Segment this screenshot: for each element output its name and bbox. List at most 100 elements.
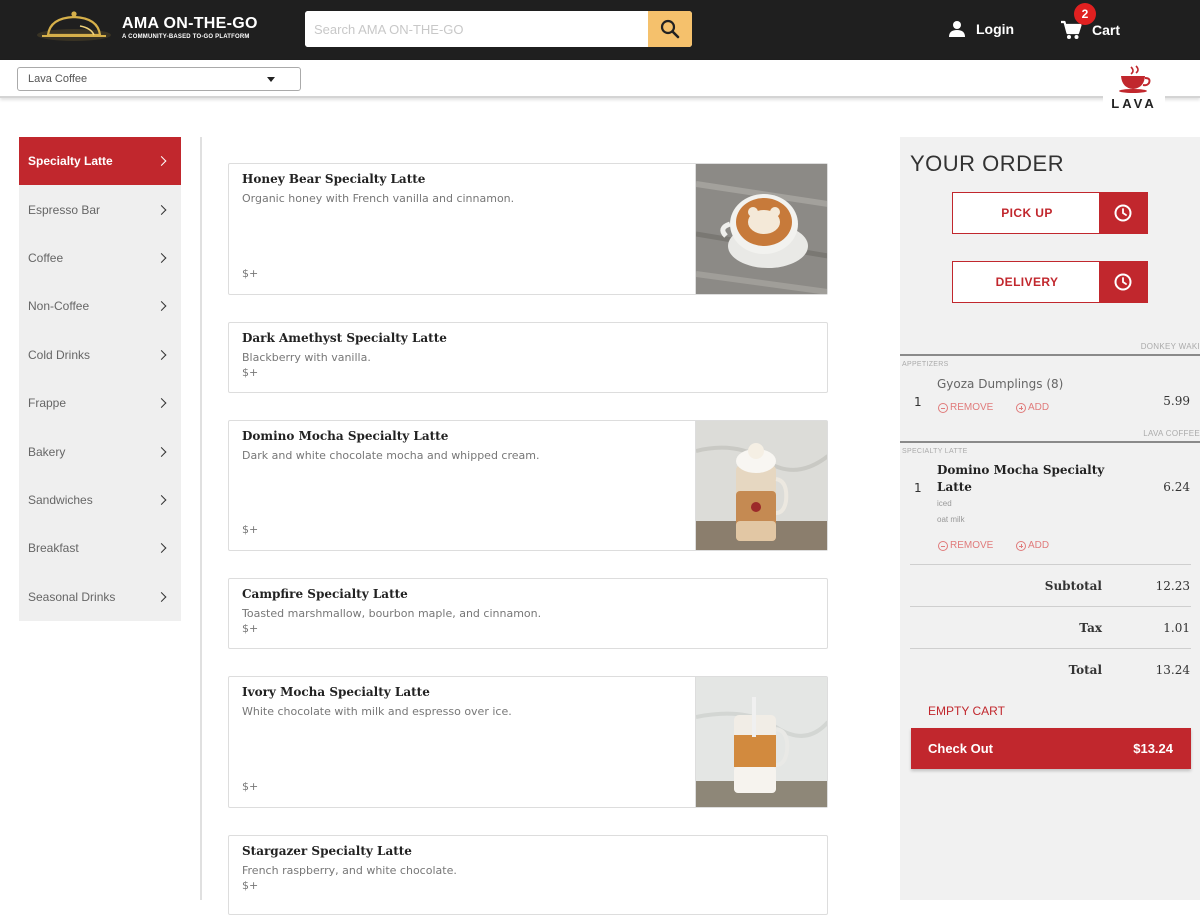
menu-item-description: Blackberry with vanilla. xyxy=(242,351,371,364)
category-label: Seasonal Drinks xyxy=(28,589,116,604)
chevron-right-icon xyxy=(156,204,167,215)
menu-item-title: Campfire Specialty Latte xyxy=(242,587,408,601)
menu-item-card[interactable]: Domino Mocha Specialty Latte Dark and wh… xyxy=(228,420,828,551)
order-title: YOUR ORDER xyxy=(910,151,1065,176)
delivery-button[interactable]: DELIVERY xyxy=(952,261,1148,303)
search-input[interactable] xyxy=(305,11,648,47)
add-item-button[interactable]: ADD xyxy=(1016,402,1049,413)
add-item-button[interactable]: ADD xyxy=(1016,540,1049,551)
add-label: ADD xyxy=(1028,540,1050,551)
brand-tagline: A COMMUNITY-BASED TO-GO PLATFORM xyxy=(122,34,250,40)
section-label: SPECIALTY LATTE xyxy=(902,448,968,455)
category-coffee[interactable]: Coffee xyxy=(19,234,181,282)
chevron-right-icon xyxy=(156,398,167,409)
menu-item-price: $+ xyxy=(242,267,259,280)
menu-item-card[interactable]: Ivory Mocha Specialty Latte White chocol… xyxy=(228,676,828,808)
menu-item-description: Toasted marshmallow, bourbon maple, and … xyxy=(242,607,542,620)
menu-item-card[interactable]: Campfire Specialty Latte Toasted marshma… xyxy=(228,578,828,649)
checkout-button[interactable]: Check Out $13.24 xyxy=(911,728,1191,769)
divider xyxy=(910,606,1191,607)
menu-item-description: Organic honey with French vanilla and ci… xyxy=(242,192,515,205)
remove-label: REMOVE xyxy=(950,540,994,551)
login-label: Login xyxy=(976,21,1015,37)
section-label: APPETIZERS xyxy=(902,361,949,368)
menu-item-price: $+ xyxy=(242,523,259,536)
category-label: Non-Coffee xyxy=(28,299,90,314)
latte-art-photo xyxy=(695,164,827,294)
category-specialty-latte[interactable]: Specialty Latte xyxy=(19,137,181,186)
empty-cart-button[interactable]: EMPTY CART xyxy=(928,704,1005,718)
cart-button[interactable]: Cart 2 xyxy=(1060,3,1121,40)
remove-label: REMOVE xyxy=(950,402,994,413)
category-bakery[interactable]: Bakery xyxy=(19,427,181,475)
order-item-price: 5.99 xyxy=(1163,394,1190,408)
category-non-coffee[interactable]: Non-Coffee xyxy=(19,282,181,330)
chevron-right-icon xyxy=(156,349,167,360)
store-bar: Lava Coffee xyxy=(0,60,1200,98)
category-label: Sandwiches xyxy=(28,492,93,507)
menu-item-price: $+ xyxy=(242,622,259,635)
category-sandwiches[interactable]: Sandwiches xyxy=(19,476,181,524)
order-panel: YOUR ORDER PICK UP DELIVERY DONKEY WAKI … xyxy=(900,137,1200,900)
category-nav: Specialty Latte Espresso Bar Coffee Non-… xyxy=(19,137,181,621)
chevron-right-icon xyxy=(156,253,167,263)
add-icon xyxy=(1016,540,1026,551)
category-breakfast[interactable]: Breakfast xyxy=(19,524,181,572)
pickup-button[interactable]: PICK UP xyxy=(952,192,1148,234)
remove-item-button[interactable]: REMOVE xyxy=(938,402,993,413)
user-icon xyxy=(949,21,965,37)
add-icon xyxy=(1016,402,1026,413)
checkout-amount: $13.24 xyxy=(1133,741,1173,756)
search-button[interactable] xyxy=(648,11,692,47)
search-bar xyxy=(305,11,692,47)
subtotal-label: Subtotal xyxy=(1044,579,1102,593)
order-item-name: Gyoza Dumplings (8) xyxy=(937,377,1064,391)
clock-icon xyxy=(1099,262,1147,302)
menu-item-card[interactable]: Dark Amethyst Specialty Latte Blackberry… xyxy=(228,322,828,393)
category-espresso-bar[interactable]: Espresso Bar xyxy=(19,185,181,233)
order-item-price: 6.24 xyxy=(1163,480,1190,494)
category-label: Cold Drinks xyxy=(28,347,91,362)
category-frappe[interactable]: Frappe xyxy=(19,379,181,427)
login-button[interactable]: Login xyxy=(948,20,1014,38)
total-label: Total xyxy=(1068,663,1102,677)
store-select[interactable]: Lava Coffee xyxy=(17,67,301,91)
menu-item-card[interactable]: Stargazer Specialty Latte French raspber… xyxy=(228,835,828,915)
category-label: Frappe xyxy=(28,396,67,411)
chevron-right-icon xyxy=(156,301,167,312)
brand[interactable]: AMA ON-THE-GO A COMMUNITY-BASED TO-GO PL… xyxy=(122,15,258,40)
search-icon xyxy=(660,19,680,39)
chevron-right-icon xyxy=(156,494,167,505)
menu-item-title: Stargazer Specialty Latte xyxy=(242,844,412,858)
cart-count-badge: 2 xyxy=(1074,3,1096,25)
divider xyxy=(900,354,1200,356)
cart-label: Cart xyxy=(1092,22,1121,38)
remove-icon xyxy=(938,540,948,551)
remove-item-button[interactable]: REMOVE xyxy=(938,540,993,551)
iced-mocha-photo xyxy=(695,677,827,807)
store-logo: LAVA xyxy=(1103,64,1165,114)
order-item-modifier: oat milk xyxy=(937,515,965,524)
subtotal-value: 12.23 xyxy=(1155,579,1190,593)
delivery-label: DELIVERY xyxy=(995,275,1059,289)
category-label: Bakery xyxy=(28,444,66,459)
category-label: Coffee xyxy=(28,250,64,265)
cloche-logo-icon[interactable] xyxy=(36,6,112,48)
vendor-label: DONKEY WAKI xyxy=(1140,342,1200,351)
menu-item-title: Honey Bear Specialty Latte xyxy=(242,172,426,186)
menu-item-card[interactable]: Honey Bear Specialty Latte Organic honey… xyxy=(228,163,828,295)
brand-name: AMA ON-THE-GO xyxy=(122,15,258,32)
store-select-value: Lava Coffee xyxy=(28,73,88,85)
order-item-modifier: iced xyxy=(937,499,952,508)
divider xyxy=(200,137,202,900)
chevron-right-icon xyxy=(156,156,167,167)
category-cold-drinks[interactable]: Cold Drinks xyxy=(19,331,181,379)
mason-jar-mocha-photo xyxy=(695,421,827,550)
checkout-label: Check Out xyxy=(928,741,994,756)
menu-item-price: $+ xyxy=(242,366,259,379)
menu-item-title: Ivory Mocha Specialty Latte xyxy=(242,685,430,699)
chevron-right-icon xyxy=(156,591,167,602)
chevron-right-icon xyxy=(156,446,167,457)
menu-item-description: White chocolate with milk and espresso o… xyxy=(242,705,512,718)
category-seasonal-drinks[interactable]: Seasonal Drinks xyxy=(19,573,181,621)
